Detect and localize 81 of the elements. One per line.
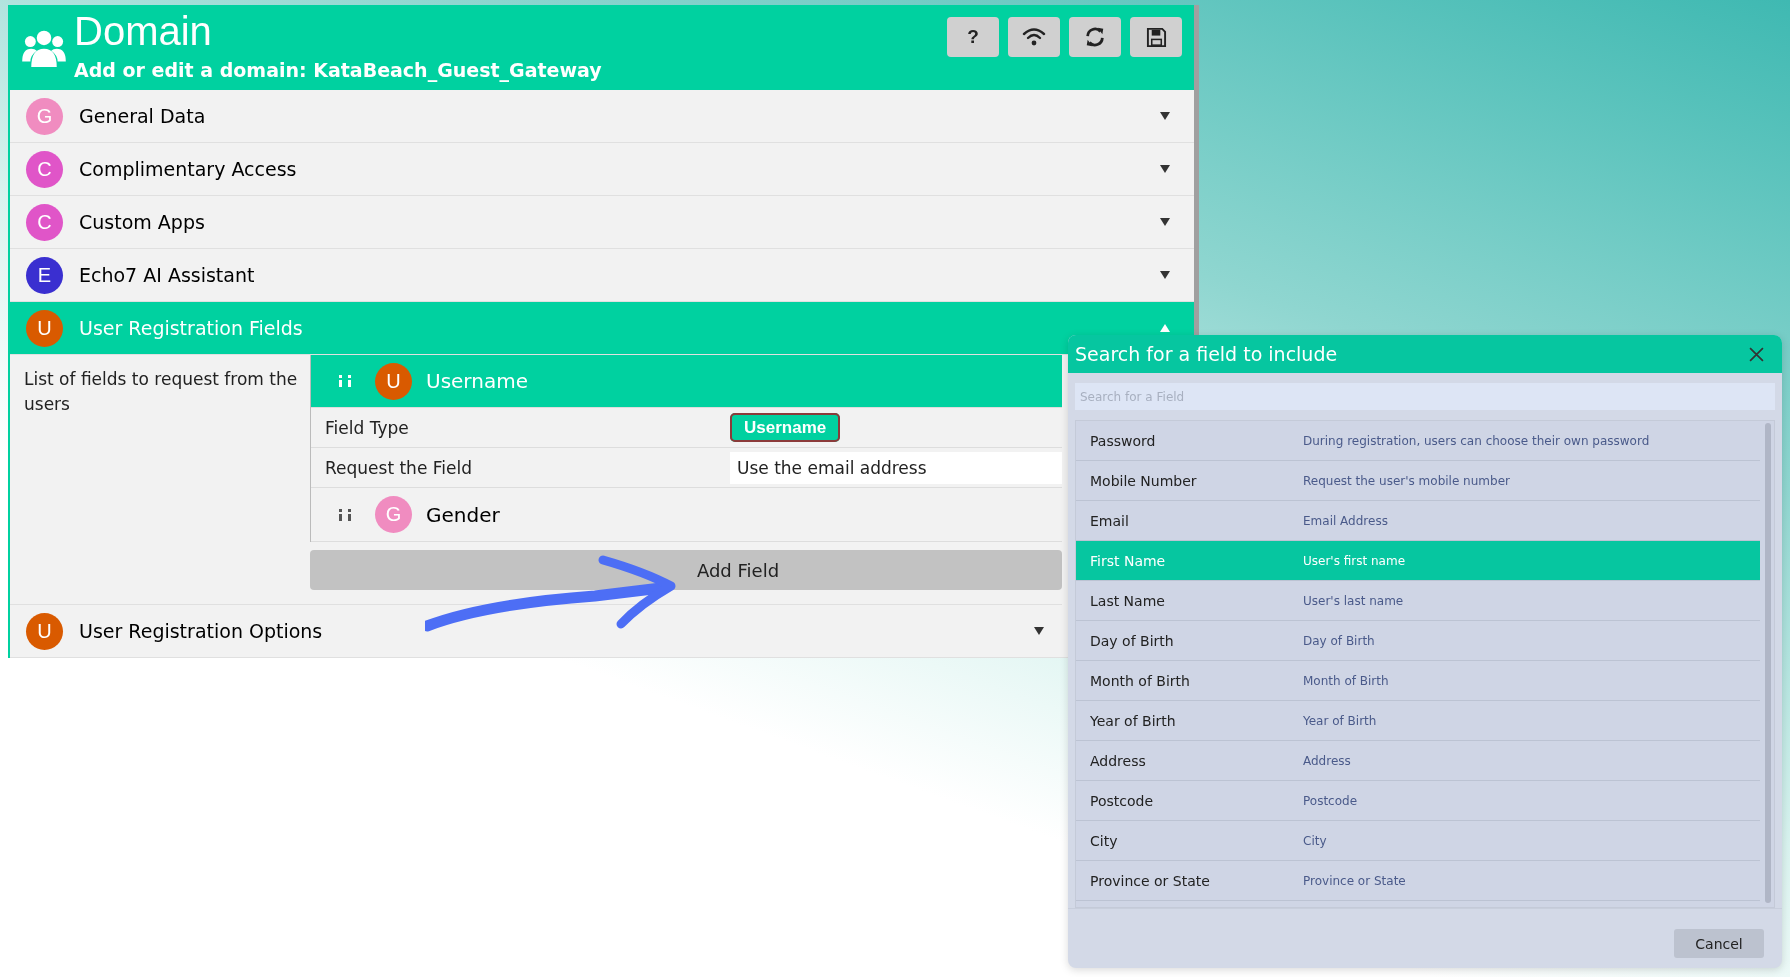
field-option[interactable]: Mobile Number Request the user's mobile number (1076, 461, 1760, 501)
page-subtitle: Add or edit a domain: KataBeach_Guest_Gateway (74, 59, 603, 81)
letter-avatar: G (26, 97, 63, 135)
section-header[interactable]: C Custom Apps (10, 196, 1194, 249)
section-header[interactable]: C Complimentary Access (10, 143, 1194, 196)
drag-handle-icon[interactable] (339, 375, 353, 387)
field-name: Gender (426, 502, 500, 527)
option-description: Postcode (1303, 793, 1358, 808)
field-option[interactable]: Password During registration, users can choose their own password (1076, 421, 1760, 461)
field-option[interactable]: Postcode Postcode (1076, 781, 1760, 821)
caret-up-icon (1160, 324, 1170, 332)
section-title: Complimentary Access (79, 158, 297, 180)
letter-avatar: G (375, 496, 412, 533)
caret-down-icon (1160, 218, 1170, 226)
letter-avatar: U (375, 362, 412, 400)
option-name: Province or State (1090, 872, 1211, 889)
field-option[interactable]: Province or State Province or State (1076, 861, 1760, 901)
letter-avatar: U (26, 309, 63, 347)
refresh-button[interactable] (1069, 17, 1121, 57)
property-value-field[interactable]: Use the email address (730, 451, 1062, 484)
drag-handle-icon[interactable] (339, 508, 353, 521)
property-label: Request the Field (325, 457, 473, 478)
wifi-icon (1022, 27, 1046, 47)
section-title: Echo7 AI Assistant (79, 264, 255, 286)
field-header[interactable]: G Gender (311, 488, 1062, 542)
option-name: Address (1090, 752, 1147, 769)
close-icon[interactable] (1749, 346, 1764, 362)
field-option[interactable]: Address Address (1076, 741, 1760, 781)
option-name: Password (1090, 432, 1157, 449)
field-name: Username (426, 369, 528, 393)
option-name: Postcode (1090, 792, 1155, 809)
section-title: Custom Apps (79, 211, 205, 233)
option-description: Email Address (1303, 513, 1388, 528)
option-description: During registration, users can choose their own password (1303, 433, 1650, 448)
section-header[interactable]: U User Registration Options (10, 605, 1068, 658)
option-description: User's first name (1303, 553, 1405, 568)
option-description: Request the user's mobile number (1303, 473, 1510, 488)
letter-avatar: C (26, 203, 63, 241)
letter-avatar: C (26, 150, 63, 188)
field-option[interactable]: Day of Birth Day of Birth (1076, 621, 1760, 661)
section-title: User Registration Options (79, 620, 323, 642)
help-button[interactable]: ? (947, 17, 999, 57)
save-button[interactable] (1130, 17, 1182, 57)
option-description: User's last name (1303, 593, 1404, 608)
field-option[interactable]: Year of Birth Year of Birth (1076, 701, 1760, 741)
option-name: First Name (1090, 552, 1167, 569)
option-description: Year of Birth (1303, 713, 1377, 728)
wifi-button[interactable] (1008, 17, 1060, 57)
caret-down-icon (1160, 271, 1170, 279)
cancel-button[interactable]: Cancel (1674, 929, 1764, 958)
fields-description: List of fields to request from the users (23, 368, 299, 416)
field-option[interactable]: Last Name User's last name (1076, 581, 1760, 621)
option-name: City (1090, 832, 1119, 849)
property-label: Field Type (325, 417, 410, 438)
option-description: Address (1303, 753, 1351, 768)
section-title: General Data (79, 105, 206, 127)
caret-down-icon (1034, 627, 1044, 635)
option-name: Year of Birth (1090, 712, 1177, 729)
letter-avatar: U (26, 612, 63, 650)
field-header[interactable]: U Username (311, 355, 1062, 408)
option-name: Day of Birth (1090, 632, 1175, 649)
field-type-badge: Username (730, 413, 841, 442)
option-description: Province or State (1303, 873, 1406, 888)
option-name: Mobile Number (1090, 472, 1198, 489)
add-field-button[interactable]: Add Field (310, 550, 1062, 590)
field-option[interactable]: City City (1076, 821, 1760, 861)
caret-down-icon (1160, 112, 1170, 120)
option-description: Month of Birth (1303, 673, 1389, 688)
page-title: Domain (74, 8, 213, 55)
scrollbar-thumb[interactable] (1765, 423, 1771, 903)
caret-down-icon (1160, 165, 1170, 173)
option-name: Last Name (1090, 592, 1166, 609)
section-title: User Registration Fields (79, 317, 303, 339)
refresh-icon (1084, 26, 1106, 48)
option-description: City (1303, 833, 1327, 848)
option-name: Email (1090, 512, 1130, 529)
section-header[interactable]: G General Data (10, 90, 1194, 143)
option-description: Day of Birth (1303, 633, 1375, 648)
field-option[interactable]: Month of Birth Month of Birth (1076, 661, 1760, 701)
letter-avatar: E (26, 256, 63, 294)
option-name: Month of Birth (1090, 672, 1191, 689)
